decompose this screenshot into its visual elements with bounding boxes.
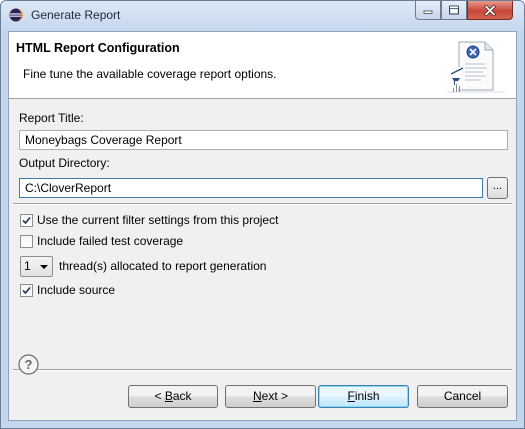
- use-filter-checkbox[interactable]: [20, 213, 33, 227]
- finish-label: inish: [354, 389, 380, 403]
- back-label: ack: [172, 389, 192, 403]
- include-failed-checkbox[interactable]: [20, 234, 33, 248]
- options-separator: [13, 203, 512, 205]
- wizard-header: HTML Report Configuration Fine tune the …: [9, 32, 516, 99]
- next-label: ext >: [261, 389, 289, 403]
- next-button[interactable]: Next >: [225, 385, 316, 408]
- button-bar-separator: [13, 369, 512, 371]
- dialog-window: Generate Report HTML Report Configuratio…: [0, 0, 525, 429]
- chevron-down-icon: [40, 265, 48, 269]
- report-title-label: Report Title:: [19, 111, 84, 125]
- threads-value: 1: [24, 259, 31, 273]
- title-bar[interactable]: Generate Report: [1, 1, 524, 31]
- output-directory-label: Output Directory:: [19, 156, 110, 170]
- back-button[interactable]: < Back: [128, 385, 218, 408]
- minimize-icon: [423, 10, 433, 14]
- window-title: Generate Report: [31, 8, 121, 22]
- use-filter-option[interactable]: Use the current filter settings from thi…: [20, 213, 278, 227]
- threads-label: thread(s) allocated to report generation: [59, 259, 267, 273]
- maximize-icon: [449, 5, 459, 15]
- cancel-button[interactable]: Cancel: [417, 385, 508, 408]
- report-wizard-graphic-icon: [447, 41, 505, 93]
- help-icon[interactable]: ?: [18, 354, 39, 375]
- close-button[interactable]: [467, 1, 513, 20]
- output-directory-input[interactable]: C:\CloverReport: [19, 178, 483, 198]
- finish-button[interactable]: Finish: [318, 385, 409, 408]
- next-mnemonic: N: [252, 389, 262, 403]
- header-description: Fine tune the available coverage report …: [23, 67, 277, 81]
- minimize-button[interactable]: [415, 1, 441, 20]
- maximize-button[interactable]: [441, 1, 467, 20]
- finish-mnemonic: F: [347, 389, 355, 403]
- dialog-content: HTML Report Configuration Fine tune the …: [8, 31, 517, 421]
- include-failed-label: Include failed test coverage: [37, 234, 184, 248]
- include-source-checkbox[interactable]: [20, 283, 33, 297]
- close-icon: [484, 4, 496, 16]
- checkmark-icon: [22, 286, 31, 294]
- include-source-label: Include source: [37, 283, 116, 297]
- include-failed-option[interactable]: Include failed test coverage: [20, 234, 183, 248]
- back-prefix: <: [154, 389, 165, 403]
- report-title-input[interactable]: Moneybags Coverage Report: [19, 130, 508, 150]
- svg-text:?: ?: [25, 357, 33, 372]
- threads-dropdown[interactable]: 1: [20, 256, 53, 277]
- eclipse-icon: [9, 8, 23, 22]
- checkmark-icon: [22, 216, 31, 224]
- back-mnemonic: B: [164, 389, 173, 403]
- browse-button[interactable]: ...: [487, 177, 508, 199]
- include-source-option[interactable]: Include source: [20, 283, 115, 297]
- use-filter-label: Use the current filter settings from thi…: [37, 213, 279, 227]
- header-title: HTML Report Configuration: [16, 41, 180, 55]
